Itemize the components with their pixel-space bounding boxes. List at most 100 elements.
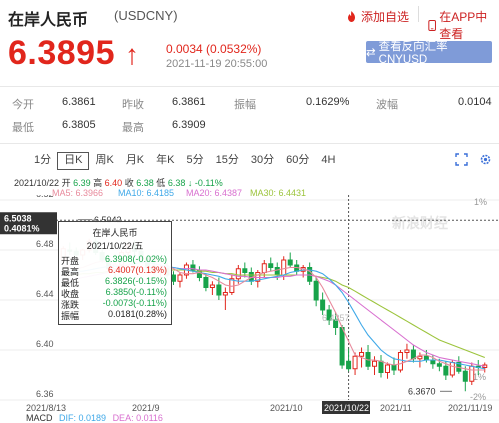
- close-value: 6.38: [136, 178, 154, 188]
- fullscreen-icon[interactable]: [455, 153, 468, 166]
- down-arrow-icon: ↓: [187, 178, 193, 188]
- symbol-code: (USDCNY): [114, 8, 178, 23]
- tooltip-row: 收盘 6.3850(-0.11%): [59, 287, 171, 299]
- x-tick-label: 2021/8/13: [26, 403, 66, 413]
- stat-open-value: 6.3861: [62, 96, 96, 108]
- tooltip-row: 振幅 0.0181(0.28%): [59, 309, 171, 321]
- candle-body: [436, 363, 442, 367]
- stat-prev-close-label: 昨收: [122, 99, 144, 111]
- close-label: 收: [124, 178, 134, 188]
- y-tick-label: 6.44: [36, 289, 54, 299]
- divider: [0, 143, 499, 144]
- candle-tooltip: 在岸人民币 2021/10/22/五 开盘 6.3908(-0.02%) 最高 …: [58, 221, 172, 325]
- tab-daily-k[interactable]: 日K: [57, 152, 90, 170]
- candle-body: [430, 359, 436, 365]
- macd-dif: DIF: 0.0189: [59, 413, 107, 423]
- stat-range-value: 0.0104: [458, 96, 492, 108]
- tab-4h[interactable]: 4H: [315, 152, 341, 168]
- x-tick-label: 2021/11/19: [448, 403, 492, 413]
- tooltip-value: 6.3826(-0.15%): [104, 276, 167, 286]
- candle-body: [235, 268, 241, 280]
- x-tick-label: 2021/9: [132, 403, 160, 413]
- candle-body: [313, 280, 319, 301]
- y-tick-label: 6.52: [36, 195, 54, 199]
- y-tick-label: 6.48: [36, 239, 54, 249]
- candle-body: [469, 365, 475, 382]
- candle-body: [170, 274, 176, 282]
- candle-body: [449, 362, 455, 376]
- candle-body: [404, 349, 410, 353]
- tooltip-value: 6.3850(-0.11%): [105, 287, 167, 297]
- tooltip-title: 在岸人民币: [92, 228, 138, 238]
- stat-prev-close-value: 6.3861: [172, 96, 206, 108]
- tooltip-value: 0.0181(0.28%): [107, 309, 167, 319]
- tab-15min[interactable]: 15分: [210, 152, 245, 168]
- candle-body: [209, 284, 215, 288]
- candle-body: [287, 259, 293, 266]
- tab-1min[interactable]: 1分: [28, 152, 57, 168]
- up-arrow-icon: ↑: [124, 39, 140, 70]
- flame-icon: [348, 11, 355, 22]
- phone-icon: [428, 19, 436, 31]
- pct-tick-label: -2%: [470, 392, 486, 402]
- tab-monthly-k[interactable]: 月K: [120, 152, 150, 168]
- tab-60min[interactable]: 60分: [280, 152, 315, 168]
- stat-amplitude-label: 振幅: [234, 99, 256, 111]
- tab-30min[interactable]: 30分: [245, 152, 280, 168]
- tooltip-row: 开盘 6.3908(-0.02%): [59, 254, 171, 266]
- tooltip-row: 涨跌 -0.0073(-0.11%): [59, 298, 171, 310]
- stat-open-label: 今开: [12, 99, 34, 111]
- high-label: 高: [93, 178, 103, 188]
- candle-body: [346, 360, 352, 370]
- cursor-pct-label: 0.4081%: [4, 223, 40, 233]
- low-label: 低: [156, 178, 166, 188]
- pct-tick-label: 1%: [474, 197, 487, 207]
- candle-body: [378, 360, 384, 373]
- tooltip-row: 最高 6.4007(0.13%): [59, 265, 171, 277]
- open-label: 开: [61, 178, 71, 188]
- candle-body: [242, 268, 248, 273]
- tab-5min[interactable]: 5分: [181, 152, 210, 168]
- candle-body: [397, 352, 403, 371]
- candle-body: [391, 364, 397, 371]
- y-tick-label: 6.40: [36, 339, 54, 349]
- candle-body: [281, 259, 287, 276]
- candle-body: [177, 274, 183, 282]
- stat-amplitude-value: 0.1629%: [306, 96, 350, 108]
- candle-body: [443, 365, 449, 376]
- bar-date: 2021/10/22: [14, 178, 60, 188]
- high-value: 6.40: [104, 178, 123, 188]
- stat-low-value: 6.3805: [62, 119, 96, 131]
- open-in-app-button[interactable]: 在APP中查看: [428, 8, 499, 42]
- candle-body: [384, 364, 390, 373]
- settings-icon[interactable]: [479, 153, 492, 166]
- candle-body: [372, 360, 378, 367]
- tooltip-date: 2021/10/22/五: [86, 241, 144, 251]
- candle-body: [352, 355, 358, 370]
- low-value: 6.38: [167, 178, 186, 188]
- candle-body: [203, 277, 209, 288]
- reverse-rate-button[interactable]: ⇄ 查看反向汇率 CNYUSD: [366, 41, 492, 66]
- candle-body: [222, 292, 228, 296]
- change-pct: -0.11%: [194, 178, 223, 188]
- page-title: 在岸人民币: [8, 12, 89, 29]
- stat-range-label: 波幅: [376, 99, 398, 111]
- tooltip-value: 6.4007(0.13%): [107, 265, 167, 275]
- add-watchlist-label: 添加自选: [361, 10, 410, 24]
- mid-label: 6.4257: [322, 313, 350, 323]
- tooltip-value: -0.0073(-0.11%): [102, 298, 167, 308]
- watermark: 新浪财经: [392, 215, 448, 231]
- macd-legend: MACD DIF: 0.0189 DEA: 0.0116: [26, 413, 163, 423]
- x-tick-label: 2021/10: [270, 403, 303, 413]
- add-watchlist-button[interactable]: 添加自选: [345, 8, 409, 25]
- tab-weekly-k[interactable]: 周K: [89, 152, 119, 168]
- x-tick-label: 2021/11: [380, 403, 412, 413]
- period-tabs: 1分 日K 周K 月K 年K 5分 15分 30分 60分 4H: [28, 152, 341, 170]
- price-change: 0.0034 (0.0532%): [166, 42, 262, 56]
- candle-body: [423, 355, 429, 361]
- tab-yearly-k[interactable]: 年K: [150, 152, 180, 168]
- candle-body: [261, 263, 267, 273]
- stat-low-label: 最低: [12, 122, 34, 134]
- candle-body: [462, 370, 468, 382]
- candle-body: [268, 263, 274, 268]
